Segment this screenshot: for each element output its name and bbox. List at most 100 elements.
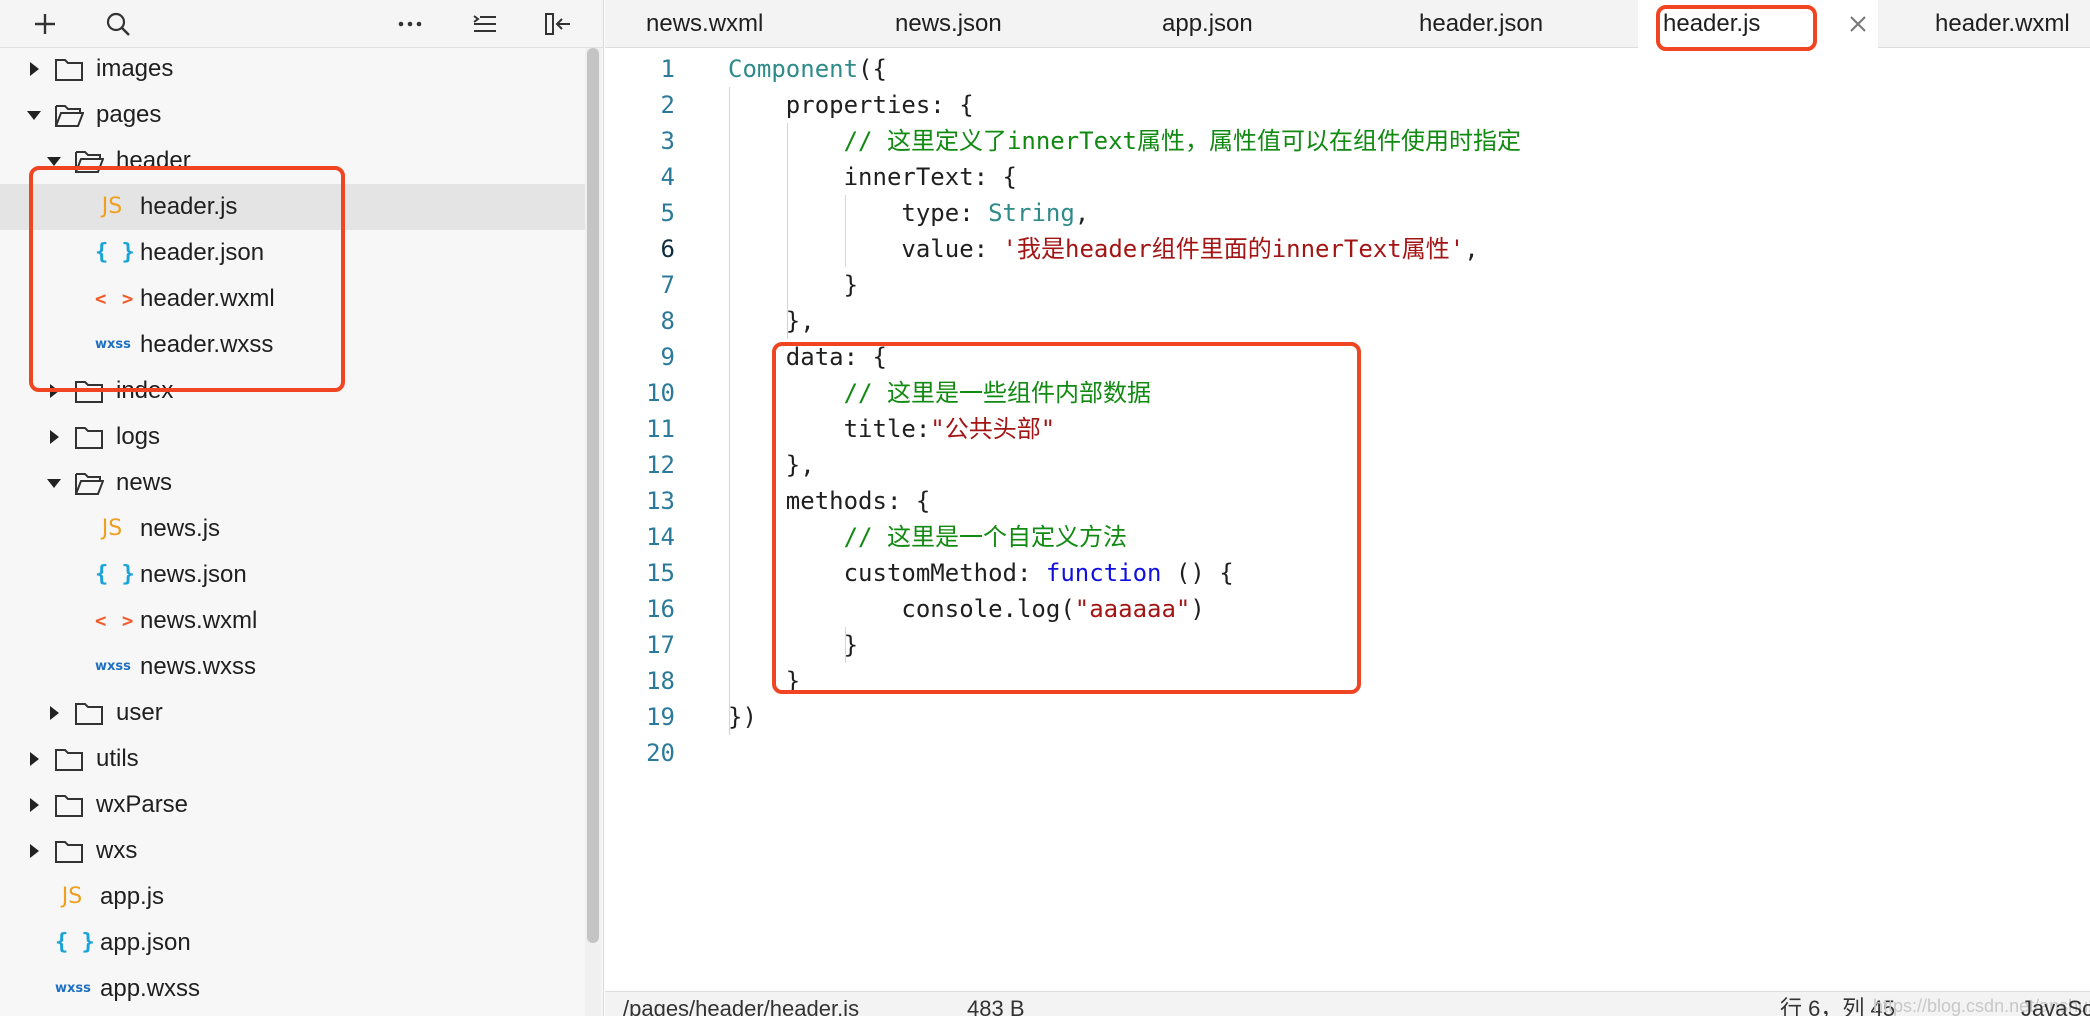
tree-item-wxs[interactable]: wxs xyxy=(0,828,586,874)
tree-item-header-wxml[interactable]: < > header.wxml xyxy=(0,276,586,322)
tab-news-wxml[interactable]: news.wxml xyxy=(632,0,777,48)
wxml-file-icon: < > xyxy=(95,288,136,310)
tree-item-index[interactable]: index xyxy=(0,368,586,414)
line-number: 7 xyxy=(660,271,675,299)
code-line[interactable]: 16 console.log("aaaaaa") xyxy=(605,591,2090,627)
tree-item-utils[interactable]: utils xyxy=(0,736,586,782)
explorer-scrollbar[interactable] xyxy=(585,48,601,1016)
code-text: type: String, xyxy=(728,195,1089,231)
more-icon[interactable] xyxy=(392,6,428,42)
code-line[interactable]: 4 innerText: { xyxy=(605,159,2090,195)
tab-header-json[interactable]: header.json xyxy=(1405,0,1557,48)
line-number: 2 xyxy=(660,91,675,119)
code-line[interactable]: 19}) xyxy=(605,699,2090,735)
code-line[interactable]: 7 } xyxy=(605,267,2090,303)
chevron-right-icon[interactable] xyxy=(46,368,62,414)
code-token: // 这里是一些组件内部数据 xyxy=(728,379,1151,407)
code-text: title:"公共头部" xyxy=(728,411,1056,447)
chevron-down-icon[interactable] xyxy=(26,92,42,138)
line-number: 1 xyxy=(660,55,675,83)
tree-item-news-wxss[interactable]: wxss news.wxss xyxy=(0,644,586,690)
tree-item-label: header.wxss xyxy=(140,331,274,358)
tree-item-header-wxss[interactable]: wxss header.wxss xyxy=(0,322,586,368)
code-text: // 这里是一些组件内部数据 xyxy=(728,375,1151,411)
chevron-right-icon[interactable] xyxy=(26,46,42,92)
code-line[interactable]: 17 } xyxy=(605,627,2090,663)
code-line[interactable]: 12 }, xyxy=(605,447,2090,483)
tree-item-header-js[interactable]: JS header.js xyxy=(0,184,586,230)
code-line[interactable]: 8 }, xyxy=(605,303,2090,339)
close-icon[interactable] xyxy=(1838,0,1878,48)
code-token: function xyxy=(1045,559,1162,587)
code-token: , xyxy=(1464,235,1479,263)
chevron-right-icon[interactable] xyxy=(26,736,42,782)
code-line[interactable]: 1 Component({ xyxy=(605,51,2090,87)
folder-icon xyxy=(74,690,104,736)
tree-item-news-js[interactable]: JS news.js xyxy=(0,506,586,552)
folder-open-icon xyxy=(54,92,84,138)
code-token: customMethod: xyxy=(728,559,1046,587)
code-line[interactable]: 6 value: '我是header组件里面的innerText属性', xyxy=(605,231,2090,267)
folder-icon xyxy=(54,782,84,828)
tree-item-app-js[interactable]: JS app.js xyxy=(0,874,586,920)
language-mode[interactable]: JavaScript xyxy=(2021,996,2090,1016)
tree-item-label: wxParse xyxy=(96,791,189,818)
code-line[interactable]: 13 methods: { xyxy=(605,483,2090,519)
chevron-right-icon[interactable] xyxy=(26,828,42,874)
folder-icon xyxy=(74,414,104,460)
tree-item-app-wxss[interactable]: wxss app.wxss xyxy=(0,966,586,1012)
code-line[interactable]: 9 data: { xyxy=(605,339,2090,375)
tree-item-label: images xyxy=(96,55,174,82)
chevron-right-icon[interactable] xyxy=(46,690,62,736)
tab-news-json[interactable]: news.json xyxy=(881,0,1016,48)
code-text: }, xyxy=(728,303,815,339)
code-line[interactable]: 10 // 这里是一些组件内部数据 xyxy=(605,375,2090,411)
collapse-sidebar-icon[interactable] xyxy=(540,6,576,42)
add-icon[interactable] xyxy=(27,6,63,42)
tree-item-label: wxs xyxy=(96,837,138,864)
code-line[interactable]: 3 // 这里定义了innerText属性，属性值可以在组件使用时指定 xyxy=(605,123,2090,159)
tree-item-news-json[interactable]: { } news.json xyxy=(0,552,586,598)
code-token: console.log( xyxy=(728,595,1075,623)
line-number: 10 xyxy=(646,379,675,407)
wxss-file-icon: wxss xyxy=(55,981,91,996)
tree-item-news[interactable]: news xyxy=(0,460,586,506)
tab-app-json[interactable]: app.json xyxy=(1148,0,1267,48)
tree-item-app-json[interactable]: { } app.json xyxy=(0,920,586,966)
code-editor[interactable]: 1 Component({2 properties: {3 // 这里定义了inn… xyxy=(605,49,2090,991)
code-line[interactable]: 14 // 这里是一个自定义方法 xyxy=(605,519,2090,555)
chevron-right-icon[interactable] xyxy=(46,414,62,460)
tree-item-label: news xyxy=(116,469,173,496)
search-icon[interactable] xyxy=(100,6,136,42)
code-line[interactable]: 5 type: String, xyxy=(605,195,2090,231)
code-line[interactable]: 15 customMethod: function () { xyxy=(605,555,2090,591)
code-line[interactable]: 2 properties: { xyxy=(605,87,2090,123)
code-token: title: xyxy=(728,415,931,443)
chevron-right-icon[interactable] xyxy=(26,782,42,828)
tree-item-images[interactable]: images xyxy=(0,46,586,92)
tree-item-label: pages xyxy=(96,101,162,128)
code-text: customMethod: function () { xyxy=(728,555,1234,591)
tree-item-header[interactable]: header xyxy=(0,138,586,184)
chevron-down-icon[interactable] xyxy=(46,138,62,184)
tree-item-news-wxml[interactable]: < > news.wxml xyxy=(0,598,586,644)
code-token: value: xyxy=(728,235,1003,263)
tree-item-header-json[interactable]: { } header.json xyxy=(0,230,586,276)
tree-item-pages[interactable]: pages xyxy=(0,92,586,138)
tab-header-wxml[interactable]: header.wxml xyxy=(1921,0,2084,48)
code-text: methods: { xyxy=(728,483,931,519)
outdent-icon[interactable] xyxy=(466,6,502,42)
tree-item-user[interactable]: user xyxy=(0,690,586,736)
code-token: type: xyxy=(728,199,989,227)
line-number: 18 xyxy=(646,667,675,695)
tree-item-label: header.wxml xyxy=(140,285,275,312)
code-line[interactable]: 11 title:"公共头部" xyxy=(605,411,2090,447)
line-number: 11 xyxy=(646,415,675,443)
code-line[interactable]: 20 xyxy=(605,735,2090,771)
tree-item-wxparse[interactable]: wxParse xyxy=(0,782,586,828)
code-line[interactable]: 18 } xyxy=(605,663,2090,699)
code-text: properties: { xyxy=(728,87,974,123)
tree-item-logs[interactable]: logs xyxy=(0,414,586,460)
chevron-down-icon[interactable] xyxy=(46,460,62,506)
scrollbar-thumb[interactable] xyxy=(587,48,599,943)
